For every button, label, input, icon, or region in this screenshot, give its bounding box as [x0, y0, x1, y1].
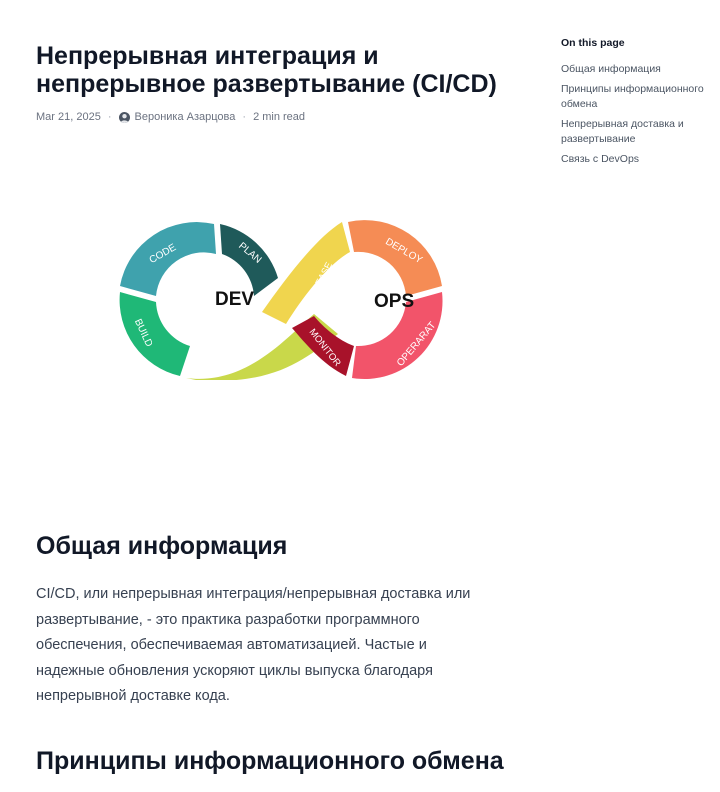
ops-label: OPS	[374, 291, 414, 312]
user-icon	[120, 113, 128, 123]
meta-separator: ·	[107, 111, 112, 123]
toc-item-delivery[interactable]: Непрерывная доставка и развертывание	[561, 117, 711, 147]
section-body-general: CI/CD, или непрерывная интеграция/непрер…	[36, 586, 471, 704]
article-meta: Mar 21, 2025 · Вероника Азарцова · 2 min…	[36, 110, 305, 124]
avatar	[118, 111, 130, 123]
segment-build	[119, 292, 190, 376]
on-this-page-nav: On this page Общая информация Принципы и…	[561, 36, 711, 172]
toc-title: On this page	[561, 37, 625, 49]
segment-plan	[220, 224, 278, 296]
meta-separator: ·	[242, 111, 247, 123]
segment-code	[120, 222, 216, 296]
toc-item-principles[interactable]: Принципы информационного обмена	[561, 82, 711, 112]
section-heading-general: Общая информация	[36, 532, 288, 560]
page-title: Непрерывная интеграция и непрерывное раз…	[36, 42, 497, 98]
publish-date: Mar 21, 2025	[36, 111, 101, 123]
toc-item-general[interactable]: Общая информация	[561, 62, 711, 77]
devops-infinity-diagram: CODE PLAN BUILD TEST RELEASE DEPLOY MONI…	[119, 220, 443, 380]
author-name[interactable]: Вероника Азарцова	[135, 111, 236, 123]
toc-item-devops[interactable]: Связь с DevOps	[561, 152, 711, 167]
dev-label: DEV	[215, 289, 254, 310]
read-time: 2 min read	[253, 111, 306, 123]
segment-deploy	[348, 220, 442, 296]
section-heading-principles: Принципы информационного обмена	[36, 747, 504, 775]
